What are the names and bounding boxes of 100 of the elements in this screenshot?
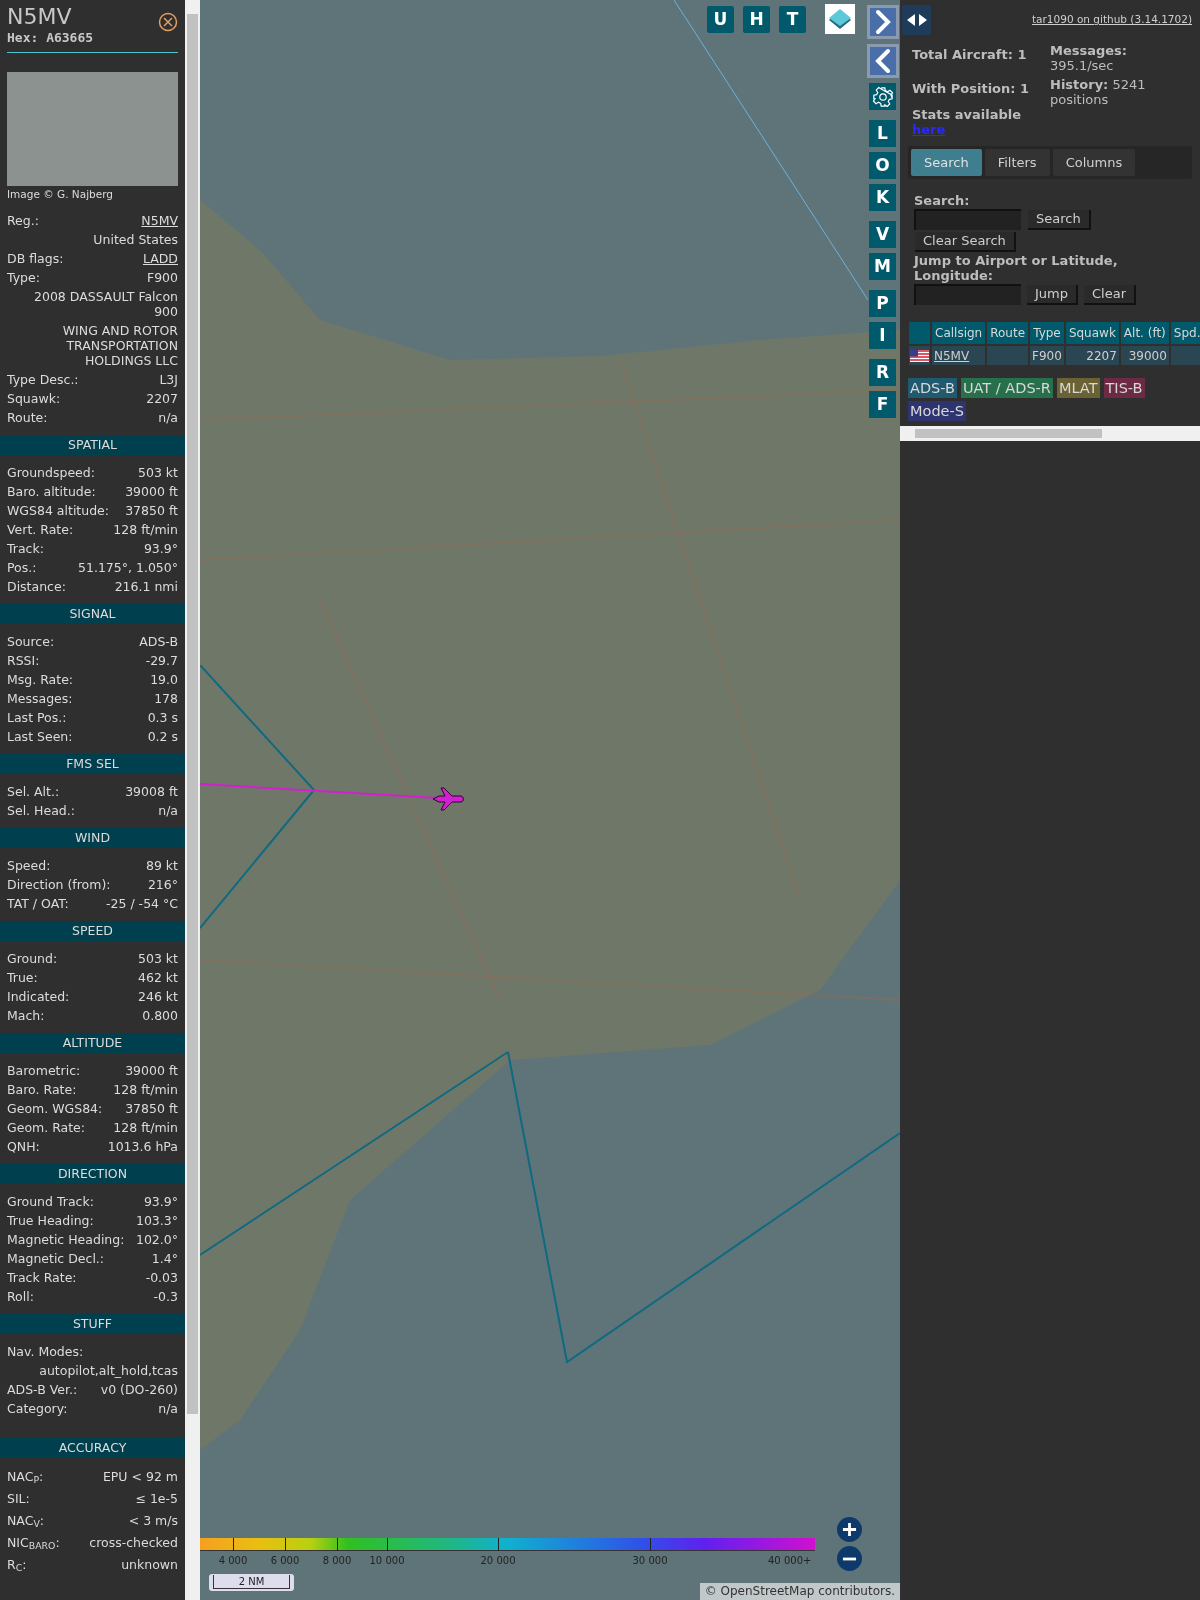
field-value: 1.4° <box>151 1250 178 1268</box>
column-header[interactable]: Spd. <box>1170 322 1200 344</box>
column-header[interactable]: Squawk <box>1065 322 1119 344</box>
aircraft-callsign: N5MV <box>7 4 73 30</box>
field-link[interactable]: LADD <box>142 249 178 268</box>
field-label: ADS-B Ver.: <box>7 1381 78 1399</box>
settings-icon <box>871 85 894 108</box>
field-value: 216.1 nmi <box>114 578 178 596</box>
section-header: SPEED <box>0 921 185 941</box>
field-value: -25 / -54 °C <box>106 895 178 913</box>
field-value: 0.2 s <box>147 728 178 746</box>
field-label: SIL: <box>7 1490 30 1508</box>
field-label: Route: <box>7 409 48 427</box>
field-value: -0.03 <box>145 1269 178 1287</box>
field-value: 462 kt <box>138 969 178 987</box>
chevron-right-icon <box>873 9 893 35</box>
field-value: 93.9° <box>143 1193 178 1211</box>
field-label: Geom. Rate: <box>7 1119 86 1137</box>
settings-button[interactable] <box>869 83 896 110</box>
field-label: Last Pos.: <box>7 709 67 727</box>
field-value: unknown <box>121 1556 178 1574</box>
field-value: 128 ft/min <box>113 521 178 539</box>
field-value: n/a <box>158 1400 178 1418</box>
map-button[interactable]: U <box>707 6 734 33</box>
clear-button[interactable]: Clear <box>1084 284 1136 305</box>
field-label: TAT / OAT: <box>7 895 69 913</box>
field-link[interactable]: N5MV <box>141 211 178 230</box>
section-header: SPATIAL <box>0 435 185 455</box>
map-attribution: © OpenStreetMap contributors. <box>699 1583 900 1600</box>
field-label: Speed: <box>7 857 51 875</box>
field-value: 2008 DASSAULT Falcon 900 <box>33 288 178 321</box>
toggle-sidebar-button[interactable] <box>902 5 931 35</box>
field-label: NIC$_{BARO}$: <box>7 1534 60 1554</box>
field-value: L3J <box>159 371 178 389</box>
scrollbar-thumb[interactable] <box>187 14 198 1414</box>
map-button[interactable]: R <box>869 359 896 386</box>
field-value: autopilot,alt_hold,tcas <box>38 1362 178 1380</box>
field-label: Squawk: <box>7 390 61 408</box>
field-label: Msg. Rate: <box>7 671 74 689</box>
stat-text: History: 5241 positions <box>1050 77 1147 107</box>
field-label: Magnetic Heading: <box>7 1231 125 1249</box>
scrollbar-thumb[interactable] <box>915 429 1102 438</box>
field-label: Nav. Modes: <box>7 1343 85 1361</box>
altitude-label: 10 000 <box>369 1554 405 1568</box>
column-header[interactable]: Type <box>1030 322 1064 344</box>
horizontal-scrollbar[interactable] <box>900 426 1200 441</box>
column-header[interactable]: Callsign <box>932 322 986 344</box>
field-value: ≤ 1e-5 <box>135 1490 178 1508</box>
map-button[interactable]: M <box>869 253 896 280</box>
search-label: Search: <box>914 193 971 208</box>
stat-text: Stats available <box>912 107 1023 122</box>
source-tag: Mode-S <box>908 401 966 421</box>
source-tag: ADS-B <box>908 378 957 398</box>
clear-search-button[interactable]: Clear Search <box>915 232 1016 252</box>
field-label: Type Desc.: <box>7 371 79 389</box>
field-label: Distance: <box>7 578 66 596</box>
field-label: Geom. WGS84: <box>7 1100 103 1118</box>
search-field[interactable] <box>914 209 1021 230</box>
hex-code: Hex: A63665 <box>7 30 94 46</box>
tab[interactable]: Columns <box>1052 149 1136 176</box>
map-button[interactable]: O <box>869 152 896 179</box>
close-icon[interactable] <box>158 12 178 32</box>
field-label: True Heading: <box>7 1212 94 1230</box>
github-link[interactable]: tar1090 on github (3.14.1702) <box>1032 12 1192 28</box>
field-label: Magnetic Decl.: <box>7 1250 105 1268</box>
field-label: Baro. altitude: <box>7 483 96 501</box>
map-button[interactable]: L <box>869 120 896 147</box>
map-button[interactable]: F <box>869 391 896 418</box>
jump-button[interactable]: Jump <box>1027 284 1078 305</box>
tab[interactable]: Filters <box>984 149 1050 176</box>
map-button[interactable]: K <box>869 184 896 211</box>
search-button[interactable]: Search <box>1028 209 1091 230</box>
airplane-icon[interactable] <box>431 786 465 812</box>
field-label: DB flags: <box>7 250 64 268</box>
map-button[interactable]: P <box>869 290 896 317</box>
table-row[interactable]: N5MV F900 2207 39000 <box>909 346 1200 365</box>
map-button[interactable]: H <box>743 6 770 33</box>
field-label: Track Rate: <box>7 1269 77 1287</box>
column-header[interactable]: Alt. (ft) <box>1120 322 1169 344</box>
field-label: Baro. Rate: <box>7 1081 77 1099</box>
field-value: 39008 ft <box>125 783 178 801</box>
field-value: EPU < 92 m <box>102 1468 178 1486</box>
chevron-left-icon <box>873 48 893 74</box>
map-button[interactable]: V <box>869 221 896 248</box>
altitude-label: 40 000+ <box>768 1554 812 1568</box>
field-label: Source: <box>7 633 55 651</box>
field-value: -0.3 <box>153 1288 178 1306</box>
tab[interactable]: Search <box>911 149 982 176</box>
scrollbar[interactable] <box>185 0 200 1600</box>
previous-button[interactable] <box>867 44 899 78</box>
map-button[interactable]: I <box>869 322 896 349</box>
next-button[interactable] <box>867 5 899 39</box>
layers-button[interactable] <box>825 4 855 34</box>
column-header[interactable]: Route <box>987 322 1029 344</box>
jump-field[interactable] <box>914 284 1021 305</box>
field-label: Ground: <box>7 950 58 968</box>
field-label: NAC$_{P}$: <box>7 1468 44 1488</box>
map-button[interactable]: T <box>779 6 806 33</box>
layers-icon <box>827 7 853 31</box>
altitude-label: 30 000 <box>632 1554 668 1568</box>
